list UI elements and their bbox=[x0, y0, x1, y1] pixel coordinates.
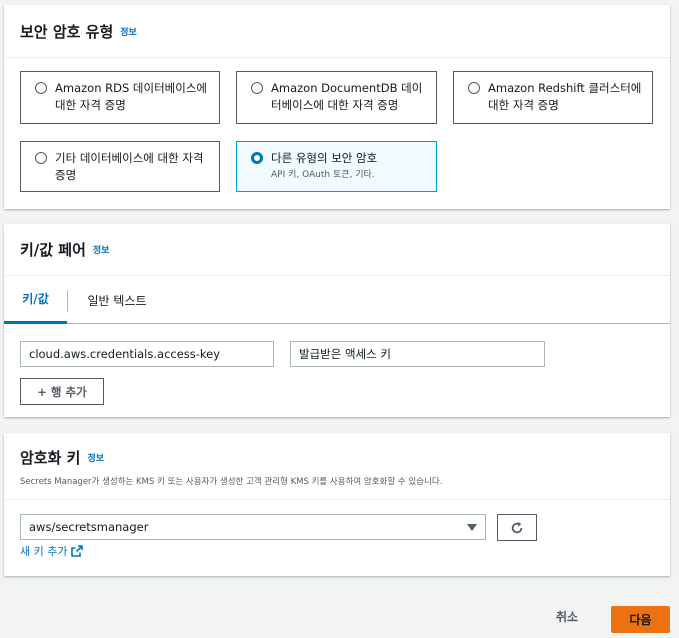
option-other-secret[interactable]: 다른 유형의 보안 암호 API 키, OAuth 토큰, 기타. bbox=[236, 141, 437, 192]
radio-rds[interactable] bbox=[35, 82, 47, 94]
tab-key-value[interactable]: 키/값 bbox=[4, 276, 67, 324]
encryption-title: 암호화 키 bbox=[20, 449, 81, 467]
option-other-secret-sub: API 키, OAuth 토큰, 기타. bbox=[271, 170, 375, 180]
new-key-link-label: 새 키 추가 bbox=[20, 545, 68, 558]
option-redshift-label: Amazon Redshift 클러스터에 대한 자격 증명 bbox=[488, 81, 642, 112]
option-documentdb-label: Amazon DocumentDB 데이터베이스에 대한 자격 증명 bbox=[271, 81, 423, 112]
new-key-link[interactable]: 새 키 추가 bbox=[20, 543, 84, 559]
encryption-info-link[interactable]: 정보 bbox=[87, 451, 104, 464]
kv-title: 키/값 페어 bbox=[20, 241, 86, 259]
refresh-icon bbox=[511, 521, 523, 533]
option-redshift[interactable]: Amazon Redshift 클러스터에 대한 자격 증명 bbox=[453, 71, 653, 124]
tab-plaintext[interactable]: 일반 텍스트 bbox=[68, 276, 166, 324]
secret-type-header: 보안 암호 유형 정보 bbox=[4, 5, 670, 58]
encryption-header: 암호화 키 정보 Secrets Manager가 생성하는 KMS 키 또는 … bbox=[4, 433, 670, 500]
kv-header: 키/값 페어 정보 bbox=[4, 224, 670, 276]
radio-other-db[interactable] bbox=[35, 152, 47, 164]
option-other-secret-label: 다른 유형의 보안 암호 bbox=[271, 151, 378, 165]
option-other-db-label: 기타 데이터베이스에 대한 자격 증명 bbox=[55, 151, 204, 182]
value-input[interactable]: 발급받은 액세스 키 bbox=[290, 341, 545, 367]
option-other-db[interactable]: 기타 데이터베이스에 대한 자격 증명 bbox=[20, 141, 220, 192]
caret-down-icon bbox=[467, 524, 477, 531]
option-rds-label: Amazon RDS 데이터베이스에 대한 자격 증명 bbox=[55, 81, 207, 112]
kv-panel: 키/값 페어 정보 키/값 일반 텍스트 cloud.aws.credentia… bbox=[4, 224, 670, 417]
kms-key-value: aws/secretsmanager bbox=[29, 520, 149, 534]
external-link-icon bbox=[71, 545, 84, 557]
radio-documentdb[interactable] bbox=[251, 82, 263, 94]
cancel-button[interactable]: 취소 bbox=[556, 608, 578, 625]
secret-type-panel: 보안 암호 유형 정보 Amazon RDS 데이터베이스에 대한 자격 증명 … bbox=[4, 5, 670, 209]
option-rds[interactable]: Amazon RDS 데이터베이스에 대한 자격 증명 bbox=[20, 71, 220, 124]
secret-type-title: 보안 암호 유형 bbox=[20, 22, 114, 41]
option-documentdb[interactable]: Amazon DocumentDB 데이터베이스에 대한 자격 증명 bbox=[236, 71, 437, 124]
encryption-description: Secrets Manager가 생성하는 KMS 키 또는 사용자가 생성한 … bbox=[20, 477, 443, 487]
key-input[interactable]: cloud.aws.credentials.access-key bbox=[20, 341, 274, 367]
next-button[interactable]: 다음 bbox=[611, 606, 670, 633]
add-row-button[interactable]: + 행 추가 bbox=[20, 378, 104, 405]
radio-other-secret[interactable] bbox=[251, 152, 263, 164]
kv-info-link[interactable]: 정보 bbox=[93, 243, 110, 256]
refresh-button[interactable] bbox=[497, 514, 537, 541]
radio-redshift[interactable] bbox=[468, 82, 480, 94]
kms-key-select[interactable]: aws/secretsmanager bbox=[20, 514, 486, 540]
secret-type-info-link[interactable]: 정보 bbox=[120, 25, 137, 38]
kv-tabs: 키/값 일반 텍스트 bbox=[4, 276, 670, 324]
encryption-panel: 암호화 키 정보 Secrets Manager가 생성하는 KMS 키 또는 … bbox=[4, 433, 670, 576]
